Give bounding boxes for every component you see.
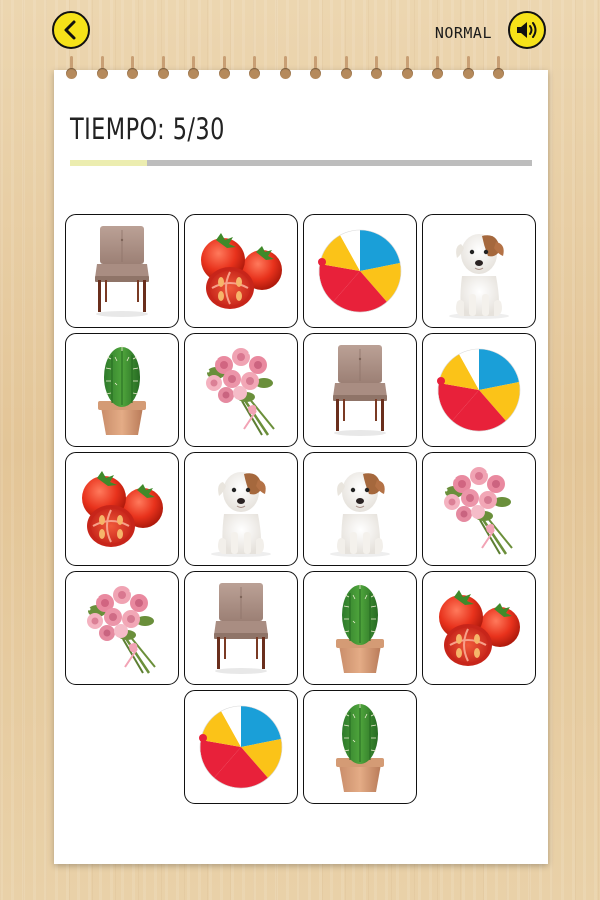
binder-ring — [249, 56, 260, 80]
tomato-icon — [82, 471, 163, 547]
chair-icon — [214, 583, 268, 674]
speaker-icon — [517, 22, 537, 38]
memory-card-ball[interactable] — [422, 333, 536, 447]
ball-icon — [437, 348, 521, 432]
memory-card-tomato[interactable] — [65, 452, 179, 566]
binder-ring — [188, 56, 199, 80]
dog-icon — [449, 234, 509, 319]
binder-ring — [432, 56, 443, 80]
dog-icon — [330, 472, 390, 557]
ball-icon — [318, 229, 402, 313]
binder-ring — [66, 56, 77, 80]
back-button[interactable] — [52, 11, 90, 49]
binder-ring — [340, 56, 352, 80]
chair-icon — [95, 226, 149, 317]
memory-card-chair[interactable] — [184, 571, 298, 685]
cactus-icon — [98, 345, 146, 435]
memory-card-dog[interactable] — [422, 214, 536, 328]
binder-ring — [279, 56, 291, 80]
memory-card-dog[interactable] — [184, 452, 298, 566]
memory-card-flowers[interactable] — [65, 571, 179, 685]
difficulty-label: NORMAL — [434, 24, 492, 42]
cactus-icon — [336, 583, 384, 673]
chevron-left-icon — [64, 20, 76, 40]
binder-ring — [401, 56, 413, 80]
binder-ring — [127, 56, 138, 80]
sound-button[interactable] — [508, 11, 546, 49]
memory-card-dog[interactable] — [303, 452, 417, 566]
memory-card-flowers[interactable] — [422, 452, 536, 566]
timer-progress-bar — [70, 160, 532, 166]
binder-ring — [96, 56, 108, 80]
timer-label: TIEMPO: 5/30 — [70, 112, 225, 146]
flowers-icon — [444, 467, 513, 555]
memory-card-tomato[interactable] — [184, 214, 298, 328]
binder-ring — [310, 56, 321, 80]
memory-card-flowers[interactable] — [184, 333, 298, 447]
memory-card-cactus[interactable] — [65, 333, 179, 447]
chair-icon — [333, 345, 387, 436]
ball-icon — [199, 705, 283, 789]
binder-ring — [218, 56, 230, 80]
notepad-rings — [54, 56, 548, 84]
memory-card-tomato[interactable] — [422, 571, 536, 685]
cactus-icon — [336, 702, 384, 792]
memory-card-ball[interactable] — [184, 690, 298, 804]
memory-card-ball[interactable] — [303, 214, 417, 328]
tomato-icon — [201, 233, 282, 309]
memory-card-cactus[interactable] — [303, 571, 417, 685]
binder-ring — [371, 56, 382, 80]
dog-icon — [211, 472, 271, 557]
binder-ring — [462, 56, 474, 80]
flowers-icon — [87, 586, 156, 674]
memory-card-cactus[interactable] — [303, 690, 417, 804]
binder-ring — [157, 56, 169, 80]
binder-ring — [493, 56, 504, 80]
top-bar: NORMAL — [0, 0, 600, 60]
tomato-icon — [439, 590, 520, 666]
timer-progress-fill — [70, 160, 147, 166]
memory-card-chair[interactable] — [65, 214, 179, 328]
flowers-icon — [206, 348, 275, 436]
memory-card-chair[interactable] — [303, 333, 417, 447]
